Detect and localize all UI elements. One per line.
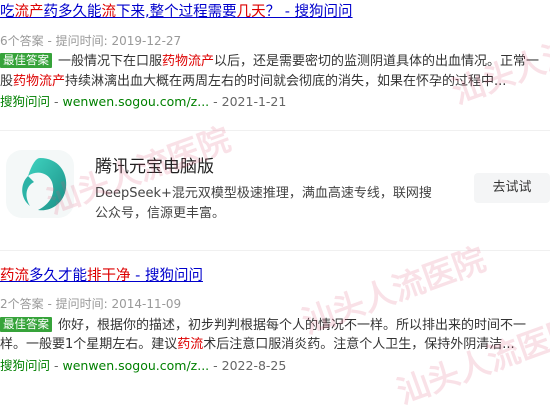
ad-description: DeepSeek+混元双模型极速推理，满血高速专线，联网搜公众号，信源更丰富。 [95, 186, 432, 221]
text: 股 [0, 74, 14, 89]
result-title-link[interactable]: 药流多久才能排干净 - 搜狗问问 [0, 266, 203, 286]
source-name: 搜狗问问 [0, 358, 51, 373]
highlight-text: 流产 [14, 4, 44, 20]
text: 持续淋漓出血大概在两周左右的时间就会彻底的消失，如果在怀孕的过程中... [65, 74, 507, 89]
text: 多久才能 [29, 268, 87, 284]
text: 下来,整个过程需要 [116, 4, 237, 20]
result-snippet-line2: 样。一般要1个星期左右。建议药流术后注意口服消炎药。注意个人卫生，保持外阴清洁.… [0, 335, 515, 355]
text: 术后注意口服消炎药。注意个人卫生，保持外阴清洁... [203, 337, 515, 352]
result-snippet-line1: 最佳答案 你好，根据你的描述，初步判判根据每个人的情况不一样。所以排出来的时间不一 [0, 316, 526, 336]
text: 以后，还是需要密切的监测阴道具体的出血情况。正常一 [214, 54, 540, 69]
result-meta: 6个答案 - 提问时间: 2019-12-27 [0, 34, 182, 48]
highlight-text: 排干净 [87, 268, 131, 284]
highlight-text: 几天 [236, 4, 266, 20]
text: 药多久能 [43, 4, 102, 20]
try-button[interactable]: 去试试 [474, 173, 550, 203]
highlight-text: 流 [101, 4, 117, 20]
divider [0, 130, 550, 131]
text: ？ - 搜狗问问 [265, 4, 353, 20]
result-snippet-line2: 股药物流产持续淋漓出血大概在两周左右的时间就会彻底的消失，如果在怀孕的过程中..… [0, 72, 506, 92]
text: 你好，根据你的描述，初步判判根据每个人的情况不一样。所以排出来的时间不一 [58, 318, 527, 333]
best-answer-badge: 最佳答案 [0, 53, 52, 68]
highlight-text: 药物流产 [162, 54, 215, 69]
snippet-text: 你好，根据你的描述，初步判判根据每个人的情况不一样。所以排出来的时间不一 [58, 318, 526, 333]
highlight-text: 药物流产 [13, 74, 66, 89]
result-source[interactable]: 搜狗问问 - wenwen.sogou.com/z... - 2022-8-25 [0, 357, 286, 375]
best-answer-badge: 最佳答案 [0, 317, 52, 332]
result-source[interactable]: 搜狗问问 - wenwen.sogou.com/z... - 2021-1-21 [0, 93, 286, 111]
source-url: wenwen.sogou.com/z... [62, 358, 210, 373]
source-name: 搜狗问问 [0, 94, 51, 109]
ad-title[interactable]: 腾讯元宝电脑版 [95, 155, 214, 179]
snippet-text: 一般情况下在口服药物流产以后，还是需要密切的监测阴道具体的出血情况。正常一 [58, 54, 539, 69]
text: 吃 [0, 4, 15, 20]
divider [0, 250, 550, 251]
result-meta: 2个答案 - 提问时间: 2014-11-09 [0, 297, 182, 311]
yuanbao-logo-icon[interactable] [6, 150, 74, 218]
source-date: 2021-1-21 [221, 94, 287, 109]
text: - 搜狗问问 [130, 268, 203, 284]
highlight-text: 药流 [0, 268, 29, 284]
result-title-link[interactable]: 吃流产药多久能流下来,整个过程需要几天？ - 搜狗问问 [0, 2, 353, 22]
source-url: wenwen.sogou.com/z... [62, 94, 210, 109]
text: 一般情况下在口服 [58, 54, 163, 69]
source-date: 2022-8-25 [221, 358, 287, 373]
result-snippet-line1: 最佳答案 一般情况下在口服药物流产以后，还是需要密切的监测阴道具体的出血情况。正常… [0, 52, 539, 72]
text: 样。一般要1个星期左右。建议 [0, 337, 178, 352]
highlight-text: 药流 [177, 337, 204, 352]
